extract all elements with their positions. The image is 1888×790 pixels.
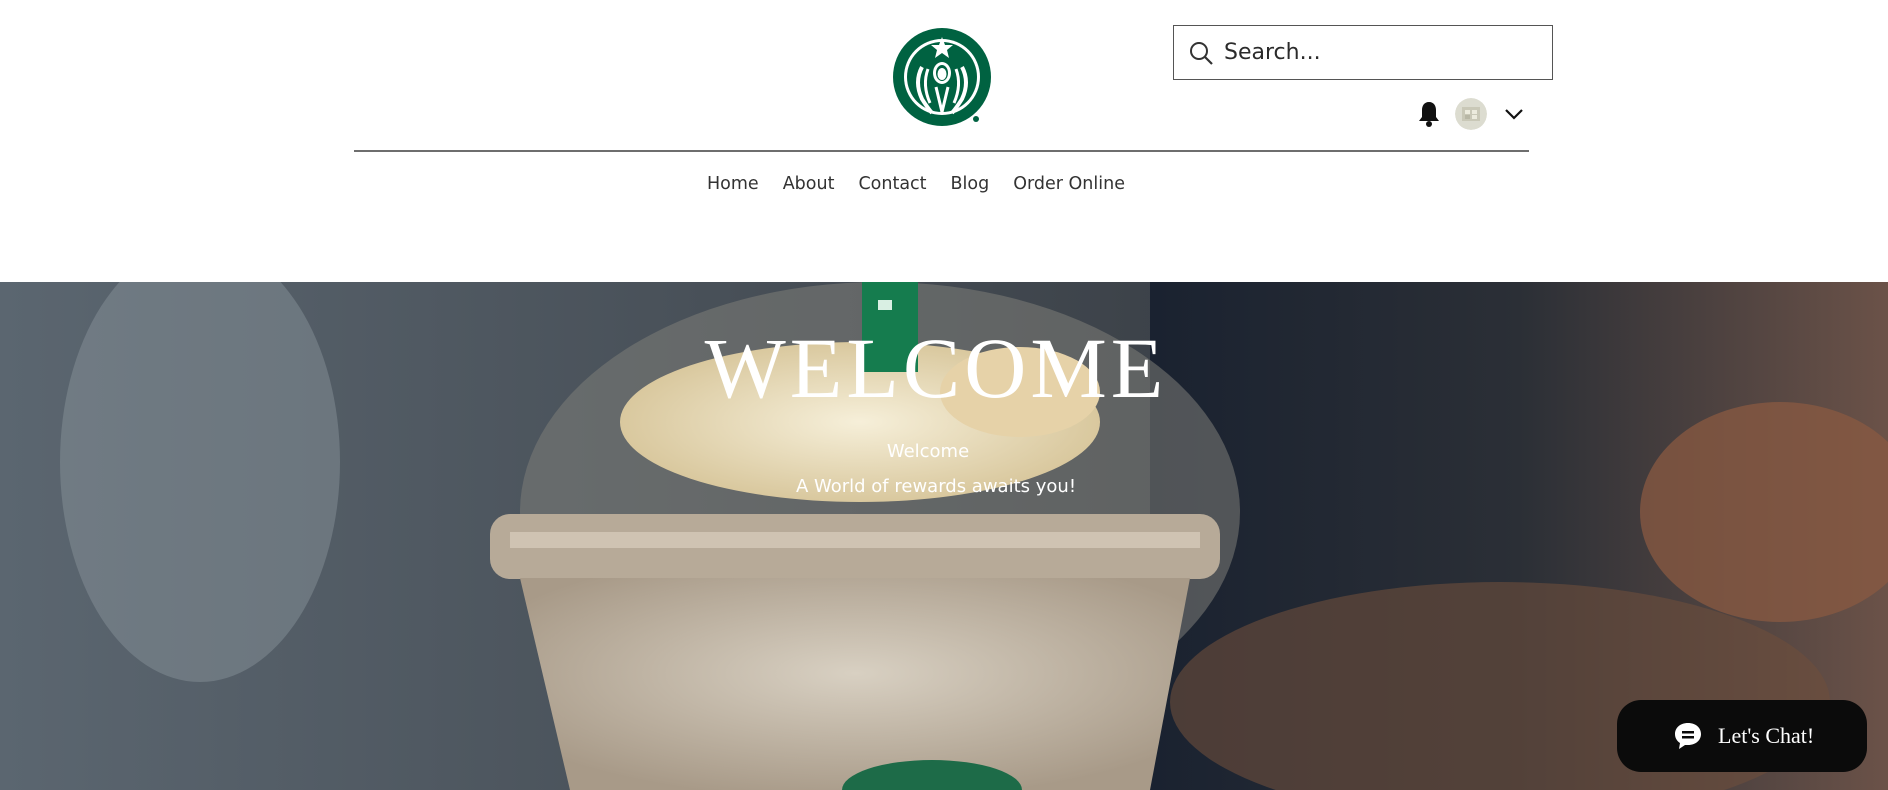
nav-about[interactable]: About xyxy=(771,170,847,198)
main-nav: Home About Contact Blog Order Online xyxy=(0,170,1888,198)
chat-button[interactable]: Let's Chat! xyxy=(1617,700,1867,772)
nav-order-online[interactable]: Order Online xyxy=(1001,170,1137,198)
search-box[interactable] xyxy=(1173,25,1553,80)
starbucks-logo[interactable] xyxy=(892,27,992,127)
header-divider xyxy=(354,150,1529,152)
search-icon xyxy=(1190,41,1213,65)
bell-icon[interactable] xyxy=(1417,100,1441,128)
site-header: Home About Contact Blog Order Online xyxy=(0,0,1888,282)
chevron-down-icon[interactable] xyxy=(1503,106,1525,122)
nav-home[interactable]: Home xyxy=(695,170,771,198)
hero-tagline: A World of rewards awaits you! xyxy=(795,476,1077,497)
hero-subtitle: Welcome xyxy=(886,441,970,462)
nav-blog[interactable]: Blog xyxy=(939,170,1002,198)
avatar[interactable] xyxy=(1455,98,1487,130)
nav-contact[interactable]: Contact xyxy=(846,170,938,198)
search-input[interactable] xyxy=(1224,32,1544,73)
chat-bubble-icon xyxy=(1675,723,1701,749)
chat-label: Let's Chat! xyxy=(1718,723,1815,748)
hero-title: WELCOME xyxy=(704,320,1168,416)
